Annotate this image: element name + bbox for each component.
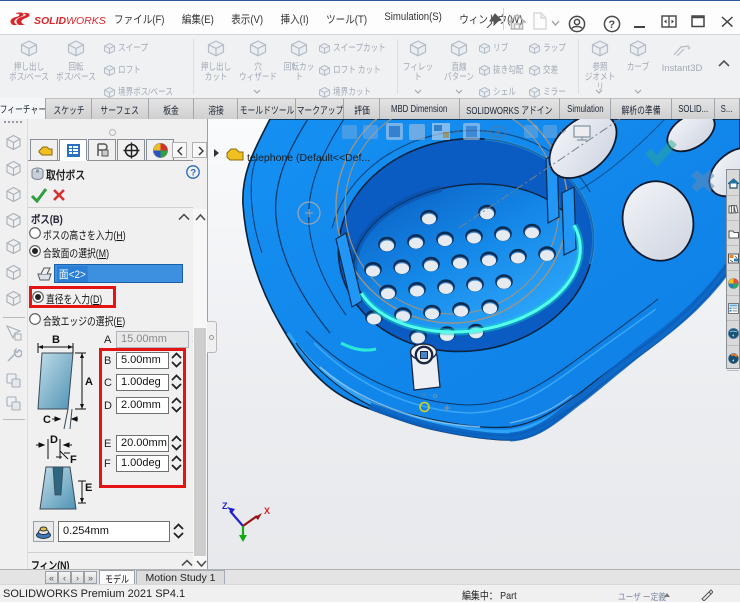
svg-text:X: X <box>264 506 270 516</box>
svg-text:E: E <box>85 482 92 494</box>
svg-text:B: B <box>52 334 60 346</box>
svg-text:A: A <box>85 376 93 388</box>
svg-text:telephone (Default<<Def...: telephone (Default<<Def... <box>247 152 370 164</box>
svg-text:SOLIDWORKS: SOLIDWORKS <box>34 15 106 27</box>
svg-text:C: C <box>43 414 51 426</box>
svg-text:?: ? <box>190 168 196 179</box>
svg-text:D: D <box>50 434 58 446</box>
svg-text:Z: Z <box>222 501 228 511</box>
svg-text:F: F <box>70 454 77 466</box>
svg-text:?: ? <box>608 19 615 31</box>
